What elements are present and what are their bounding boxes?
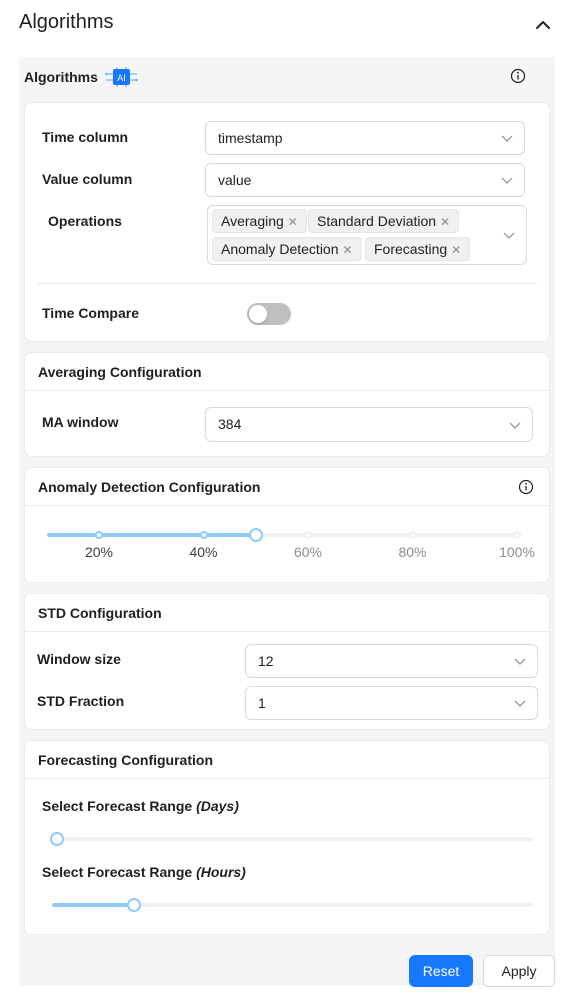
std-fraction-value: 1 — [258, 695, 266, 711]
forecast-hours-slider-handle[interactable] — [126, 898, 141, 912]
anomaly-slider-track — [47, 533, 256, 537]
ma-window-value: 384 — [218, 416, 242, 432]
info-icon[interactable] — [510, 68, 526, 84]
reset-button[interactable]: Reset — [409, 955, 473, 987]
apply-button[interactable]: Apply — [483, 955, 555, 987]
forecast-days-slider-rail[interactable] — [52, 837, 533, 841]
window-size-value: 12 — [258, 653, 274, 669]
chevron-down-icon — [503, 232, 515, 239]
close-icon[interactable]: ✕ — [451, 239, 461, 261]
forecast-range-hours-label: Select Forecast Range (Hours) — [42, 864, 246, 880]
card-header: Anomaly Detection Configuration — [25, 468, 549, 506]
forecasting-config-title: Forecasting Configuration — [38, 752, 213, 768]
chevron-down-icon — [501, 135, 513, 142]
operations-multiselect[interactable]: Averaging ✕ Standard Deviation ✕ Anomaly D… — [207, 205, 527, 265]
value-column-value: value — [218, 172, 252, 188]
std-config-title: STD Configuration — [38, 605, 162, 621]
close-icon[interactable]: ✕ — [343, 239, 353, 261]
window-size-select[interactable]: 12 — [245, 644, 538, 678]
slider-mark: 40% — [189, 544, 218, 560]
card-header: Averaging Configuration — [25, 353, 549, 391]
slider-dot — [304, 531, 312, 539]
operation-tag-forecasting: Forecasting ✕ — [365, 237, 471, 261]
card-header: STD Configuration — [25, 594, 549, 632]
slider-dot — [408, 531, 417, 539]
window-size-label: Window size — [37, 651, 121, 667]
panel-title: Algorithms — [19, 11, 114, 33]
slider-dot — [199, 531, 208, 539]
info-icon[interactable] — [518, 479, 534, 495]
anomaly-slider-handle[interactable] — [248, 528, 263, 542]
ma-window-select[interactable]: 384 — [205, 407, 533, 442]
divider — [37, 283, 537, 284]
slider-mark: 80% — [398, 544, 427, 560]
std-config-card: STD Configuration Window size 12 STD Fra… — [24, 593, 550, 730]
operations-label: Operations — [48, 213, 122, 229]
std-fraction-label: STD Fraction — [37, 693, 125, 709]
ai-badge: AI — [105, 67, 138, 87]
close-icon[interactable]: ✕ — [440, 211, 450, 233]
time-column-value: timestamp — [218, 130, 283, 146]
slider-dot — [95, 531, 103, 539]
averaging-config-title: Averaging Configuration — [38, 364, 202, 380]
close-icon[interactable]: ✕ — [288, 211, 298, 233]
chevron-down-icon — [514, 700, 526, 707]
slider-mark: 60% — [293, 544, 323, 560]
averaging-config-card: Averaging Configuration MA window 384 — [24, 352, 550, 457]
value-column-label: Value column — [42, 171, 133, 187]
time-compare-label: Time Compare — [42, 305, 139, 321]
switch-knob — [249, 305, 267, 323]
forecasting-config-card: Forecasting Configuration Select Forecas… — [24, 740, 550, 935]
operation-tag-standard-deviation: Standard Deviation ✕ — [308, 209, 460, 233]
chevron-down-icon — [509, 422, 521, 429]
forecast-days-slider-handle[interactable] — [50, 832, 64, 846]
chevron-down-icon — [501, 177, 513, 184]
ai-badge-label: AI — [117, 73, 126, 83]
chevron-down-icon — [514, 658, 526, 665]
chevron-up-icon[interactable] — [534, 16, 552, 34]
card-header: Forecasting Configuration — [25, 741, 549, 779]
slider-dot — [513, 531, 521, 539]
time-column-select[interactable]: timestamp — [205, 121, 525, 155]
value-column-select[interactable]: value — [205, 163, 525, 197]
forecast-hours-slider-track — [52, 903, 134, 907]
time-compare-switch[interactable] — [247, 303, 291, 325]
algorithm-settings-card: Time column timestamp Value column value… — [24, 102, 550, 342]
ma-window-label: MA window — [42, 414, 119, 430]
operation-tag-averaging: Averaging ✕ — [212, 209, 307, 233]
slider-mark: 100% — [499, 544, 535, 560]
anomaly-detection-config-card: Anomaly Detection Configuration 20% 40% … — [24, 467, 550, 583]
slider-mark: 20% — [84, 544, 114, 560]
std-fraction-select[interactable]: 1 — [245, 686, 538, 720]
time-column-label: Time column — [42, 129, 129, 145]
operation-tag-anomaly-detection: Anomaly Detection ✕ — [212, 237, 362, 261]
anomaly-config-title: Anomaly Detection Configuration — [38, 479, 261, 495]
forecast-range-days-label: Select Forecast Range (Days) — [42, 798, 239, 814]
algorithms-section-title: Algorithms — [24, 69, 98, 85]
algorithms-panel-header[interactable]: Algorithms — [0, 0, 574, 50]
